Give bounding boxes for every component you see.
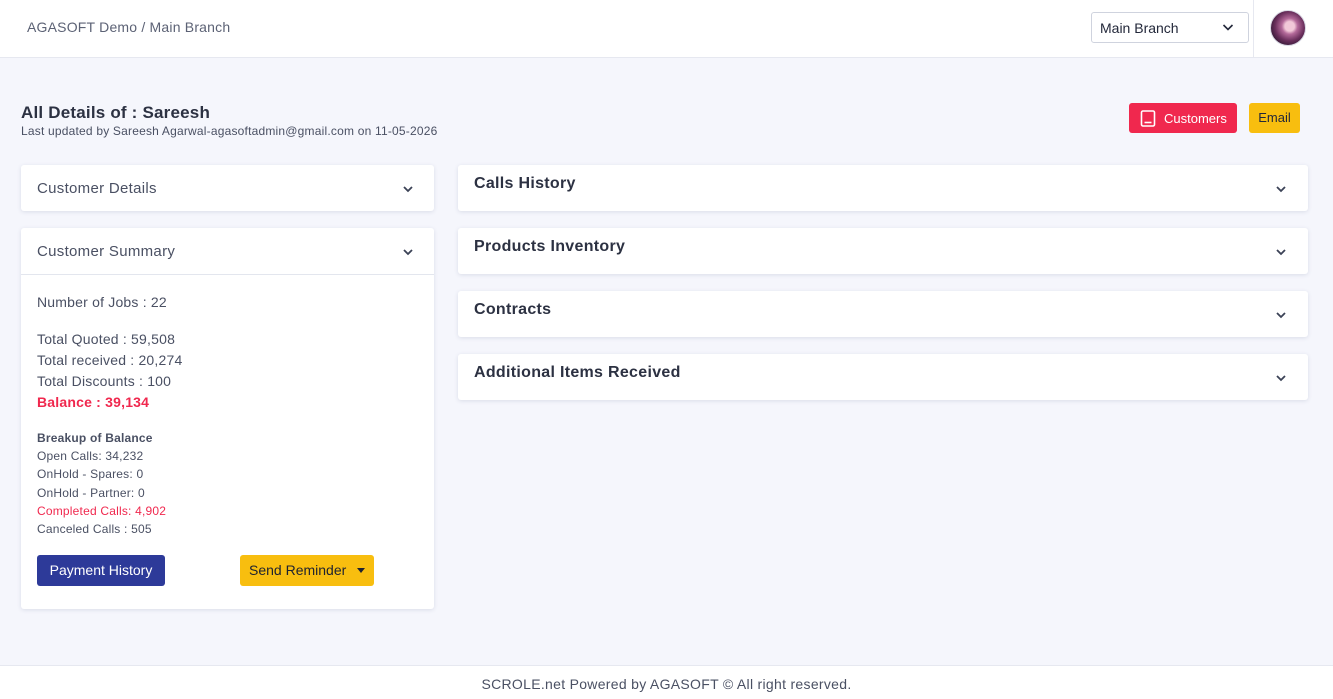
number-of-jobs: Number of Jobs : 22 <box>37 294 167 310</box>
send-reminder-button[interactable]: Send Reminder <box>240 555 374 586</box>
caret-down-icon <box>357 568 365 573</box>
user-avatar[interactable] <box>1270 10 1306 46</box>
branch-select-value: Main Branch <box>1100 20 1179 36</box>
total-received: Total received : 20,274 <box>37 352 183 368</box>
email-button[interactable]: Email <box>1249 103 1300 133</box>
total-quoted: Total Quoted : 59,508 <box>37 331 176 347</box>
customer-summary-header[interactable]: Customer Summary <box>21 228 434 274</box>
products-inventory-panel: Products Inventory <box>458 228 1308 274</box>
chevron-down-icon <box>1276 186 1286 193</box>
calls-history-header[interactable]: Calls History <box>458 165 1308 211</box>
balance-amount: Balance : 39,134 <box>37 394 150 410</box>
top-navbar: AGASOFT Demo / Main Branch Main Branch <box>0 0 1333 58</box>
chevron-down-icon <box>403 249 413 256</box>
last-updated-text: Last updated by Sareesh Agarwal-agasofta… <box>21 124 438 138</box>
payment-history-button[interactable]: Payment History <box>37 555 165 586</box>
calls-history-panel: Calls History <box>458 165 1308 211</box>
customer-details-card: Customer Details <box>21 165 434 211</box>
products-inventory-header[interactable]: Products Inventory <box>458 228 1308 274</box>
calls-history-title: Calls History <box>474 175 576 192</box>
customers-button-label: Customers <box>1164 111 1227 126</box>
completed-calls: Completed Calls: 4,902 <box>37 504 167 518</box>
book-icon <box>1140 110 1156 127</box>
footer-text: SCROLE.net Powered by AGASOFT © All righ… <box>481 676 852 692</box>
total-discounts: Total Discounts : 100 <box>37 373 172 389</box>
chevron-down-icon <box>1276 375 1286 382</box>
customer-summary-title: Customer Summary <box>37 243 176 260</box>
send-reminder-label: Send Reminder <box>249 562 347 578</box>
open-calls: Open Calls: 34,232 <box>37 449 144 463</box>
chevron-down-icon <box>1276 249 1286 256</box>
chevron-down-icon <box>1222 24 1234 31</box>
branch-select[interactable]: Main Branch <box>1091 12 1249 43</box>
customer-details-title: Customer Details <box>37 180 157 197</box>
breakup-title: Breakup of Balance <box>37 431 153 445</box>
customers-button[interactable]: Customers <box>1129 103 1237 133</box>
contracts-title: Contracts <box>474 301 552 318</box>
onhold-spares: OnHold - Spares: 0 <box>37 467 144 481</box>
customer-summary-card: Customer Summary Number of Jobs : 22 Tot… <box>21 228 434 609</box>
customer-details-header[interactable]: Customer Details <box>21 165 434 211</box>
footer: SCROLE.net Powered by AGASOFT © All righ… <box>0 665 1333 699</box>
chevron-down-icon <box>403 186 413 193</box>
navbar-divider <box>1253 0 1254 58</box>
canceled-calls: Canceled Calls : 505 <box>37 522 152 536</box>
additional-items-panel: Additional Items Received <box>458 354 1308 400</box>
page-title: All Details of : Sareesh <box>21 103 211 122</box>
customer-summary-body: Number of Jobs : 22 Total Quoted : 59,50… <box>21 274 434 586</box>
products-inventory-title: Products Inventory <box>474 238 626 255</box>
additional-items-title: Additional Items Received <box>474 364 681 381</box>
additional-items-header[interactable]: Additional Items Received <box>458 354 1308 400</box>
onhold-partner: OnHold - Partner: 0 <box>37 486 145 500</box>
contracts-panel: Contracts <box>458 291 1308 337</box>
chevron-down-icon <box>1276 312 1286 319</box>
contracts-header[interactable]: Contracts <box>458 291 1308 337</box>
breadcrumb: AGASOFT Demo / Main Branch <box>27 19 231 35</box>
